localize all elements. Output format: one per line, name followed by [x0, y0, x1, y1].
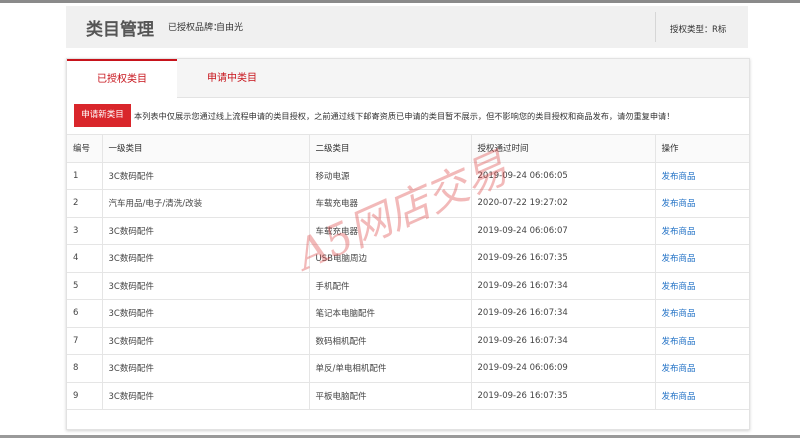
- row-id: 3: [67, 216, 102, 245]
- row-action-cell: 发布商品: [654, 244, 749, 272]
- row-id: 6: [67, 299, 102, 327]
- header-divider: [655, 12, 656, 42]
- category-panel: 已授权类目 申请中类目 申请新类目 本列表中仅展示您通过线上流程申请的类目授权，…: [66, 58, 750, 430]
- publish-product-link[interactable]: 发布商品: [662, 172, 696, 182]
- publish-product-link[interactable]: 发布商品: [662, 227, 696, 237]
- tab-bar: 已授权类目 申请中类目: [67, 59, 749, 98]
- page-title: 类目管理: [86, 20, 154, 40]
- publish-product-link[interactable]: 发布商品: [662, 309, 696, 319]
- row-auth-time: 2019-09-26 16:07:34: [470, 271, 655, 300]
- row-id: 2: [67, 189, 102, 217]
- tab-pending-categories[interactable]: 申请中类目: [177, 59, 287, 97]
- row-auth-time: 2019-09-26 16:07:34: [470, 299, 655, 327]
- row-action-cell: 发布商品: [654, 271, 749, 300]
- table-row: 2 汽车用品/电子/清洗/改装 车载充电器 2020-07-22 19:27:0…: [67, 189, 749, 217]
- row-auth-time: 2020-07-22 19:27:02: [470, 189, 655, 217]
- table-row: 5 3C数码配件 手机配件 2019-09-26 16:07:34 发布商品: [67, 271, 749, 300]
- row-id: 9: [67, 381, 102, 410]
- column-header-time: 授权通过时间: [470, 134, 655, 162]
- column-header-action: 操作: [654, 134, 749, 162]
- row-level2-category: 移动电源: [308, 161, 471, 190]
- publish-product-link[interactable]: 发布商品: [662, 199, 696, 209]
- row-id: 4: [67, 244, 102, 272]
- row-level1-category: 3C数码配件: [101, 326, 309, 355]
- row-level2-category: 单反/单电相机配件: [308, 354, 471, 382]
- row-auth-time: 2019-09-24 06:06:07: [470, 216, 655, 245]
- row-level2-category: 数码相机配件: [308, 326, 471, 355]
- row-action-cell: 发布商品: [654, 161, 749, 190]
- row-level2-category: 笔记本电脑配件: [308, 299, 471, 327]
- row-level1-category: 3C数码配件: [101, 271, 309, 300]
- auth-type-value: R标: [712, 25, 727, 35]
- row-level2-category: 手机配件: [308, 271, 471, 300]
- row-auth-time: 2019-09-26 16:07:35: [470, 381, 655, 410]
- row-id: 5: [67, 271, 102, 300]
- row-level1-category: 3C数码配件: [101, 244, 309, 272]
- tab-authorized-categories[interactable]: 已授权类目: [67, 59, 177, 98]
- notice-text: 本列表中仅展示您通过线上流程申请的类目授权，之前通过线下邮寄资质已申请的类目暂不…: [134, 111, 675, 121]
- publish-product-link[interactable]: 发布商品: [662, 392, 696, 402]
- column-header-level2: 二级类目: [308, 134, 471, 162]
- row-action-cell: 发布商品: [654, 299, 749, 327]
- row-level2-category: USB电脑周边: [308, 244, 471, 272]
- row-action-cell: 发布商品: [654, 189, 749, 217]
- table-row: 9 3C数码配件 平板电脑配件 2019-09-26 16:07:35 发布商品: [67, 381, 749, 410]
- table-row: 6 3C数码配件 笔记本电脑配件 2019-09-26 16:07:34 发布商…: [67, 299, 749, 327]
- brand-label: 已授权品牌：: [168, 23, 223, 33]
- auth-type-label: 授权类型：: [670, 25, 713, 35]
- row-id: 7: [67, 326, 102, 355]
- publish-product-link[interactable]: 发布商品: [662, 282, 696, 292]
- brand-value: 自由光: [216, 23, 244, 33]
- publish-product-link[interactable]: 发布商品: [662, 254, 696, 264]
- row-auth-time: 2019-09-26 16:07:35: [470, 244, 655, 272]
- row-action-cell: 发布商品: [654, 216, 749, 245]
- table-row: 1 3C数码配件 移动电源 2019-09-24 06:06:05 发布商品: [67, 161, 749, 190]
- notice-row: 申请新类目 本列表中仅展示您通过线上流程申请的类目授权，之前通过线下邮寄资质已申…: [74, 103, 742, 127]
- row-level1-category: 3C数码配件: [101, 216, 309, 245]
- apply-new-category-button[interactable]: 申请新类目: [74, 104, 131, 127]
- table-row: 7 3C数码配件 数码相机配件 2019-09-26 16:07:34 发布商品: [67, 326, 749, 355]
- publish-product-link[interactable]: 发布商品: [662, 364, 696, 374]
- row-level2-category: 车载充电器: [308, 189, 471, 217]
- page-header: 类目管理 已授权品牌： 自由光 授权类型： R标: [66, 6, 748, 48]
- row-level1-category: 汽车用品/电子/清洗/改装: [101, 189, 309, 217]
- row-auth-time: 2019-09-26 16:07:34: [470, 326, 655, 355]
- row-id: 1: [67, 161, 102, 190]
- row-action-cell: 发布商品: [654, 354, 749, 382]
- row-action-cell: 发布商品: [654, 326, 749, 355]
- row-level1-category: 3C数码配件: [101, 381, 309, 410]
- table-row: 3 3C数码配件 车载充电器 2019-09-24 06:06:07 发布商品: [67, 216, 749, 245]
- column-header-id: 编号: [67, 134, 102, 162]
- category-table: 编号 一级类目 二级类目 授权通过时间 操作 1 3C数码配件 移动电源 201…: [67, 134, 749, 410]
- row-auth-time: 2019-09-24 06:06:09: [470, 354, 655, 382]
- table-header-row: 编号 一级类目 二级类目 授权通过时间 操作: [67, 134, 749, 162]
- column-header-level1: 一级类目: [101, 134, 309, 162]
- row-level2-category: 车载充电器: [308, 216, 471, 245]
- row-action-cell: 发布商品: [654, 381, 749, 410]
- row-id: 8: [67, 354, 102, 382]
- row-auth-time: 2019-09-24 06:06:05: [470, 161, 655, 190]
- table-row: 8 3C数码配件 单反/单电相机配件 2019-09-24 06:06:09 发…: [67, 354, 749, 382]
- row-level2-category: 平板电脑配件: [308, 381, 471, 410]
- publish-product-link[interactable]: 发布商品: [662, 337, 696, 347]
- row-level1-category: 3C数码配件: [101, 354, 309, 382]
- top-border: [0, 0, 800, 3]
- row-level1-category: 3C数码配件: [101, 161, 309, 190]
- row-level1-category: 3C数码配件: [101, 299, 309, 327]
- table-row: 4 3C数码配件 USB电脑周边 2019-09-26 16:07:35 发布商…: [67, 244, 749, 272]
